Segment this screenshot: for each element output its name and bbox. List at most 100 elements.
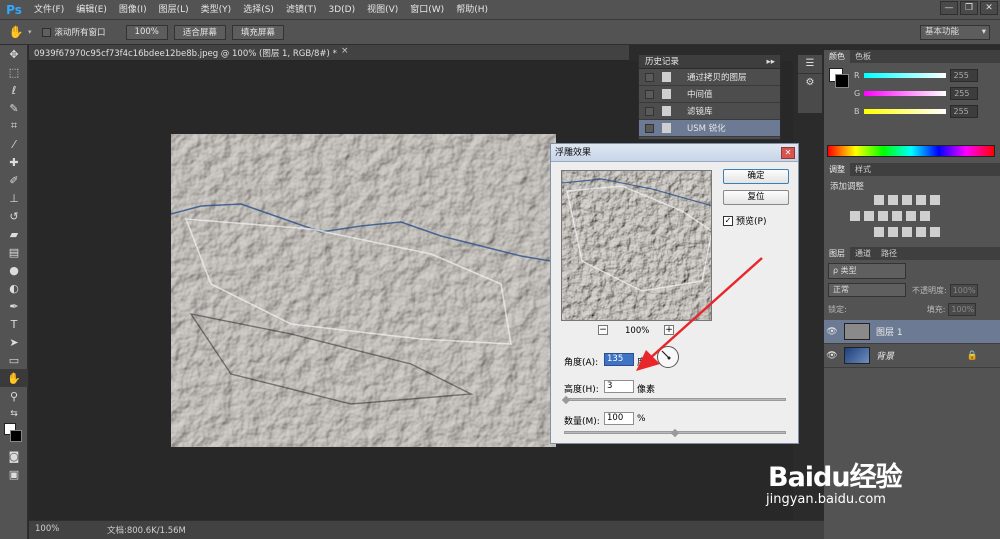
background-color-swatch[interactable] [10,430,22,442]
history-brush-tool-icon[interactable]: ↺ [0,207,28,225]
stamp-tool-icon[interactable]: ⊥ [0,189,28,207]
properties-panel-icon[interactable]: ⚙ [798,73,822,91]
fill-screen-button[interactable]: 填充屏幕 [231,24,284,40]
history-tab[interactable]: 历史记录 ▸▸ [639,55,780,69]
history-checkbox[interactable] [645,106,654,116]
angle-input[interactable]: 135 [604,353,634,366]
menu-item[interactable]: 3D(D) [322,0,361,20]
preview-option[interactable]: ✓ 预览(P) [723,214,766,227]
color-slider-g[interactable]: G 255 [854,84,979,102]
blur-tool-icon[interactable]: ● [0,261,28,279]
layer-row[interactable]: 👁 背景 🔒 [824,344,1000,368]
invert-icon[interactable] [874,227,884,237]
history-panel-icon[interactable]: ☰ [798,55,822,73]
channel-value[interactable]: 255 [949,104,978,118]
menu-item[interactable]: 滤镜(T) [280,0,323,20]
path-select-tool-icon[interactable]: ➤ [0,333,28,351]
pen-tool-icon[interactable]: ✒ [0,297,28,315]
type-tool-icon[interactable]: T [0,315,28,333]
layer-filter-select[interactable]: ρ 类型 [828,263,906,279]
preview-checkbox[interactable]: ✓ [723,215,733,226]
menu-item[interactable]: 图层(L) [153,0,195,20]
history-checkbox[interactable] [645,72,654,82]
panel-menu-icon[interactable]: ▸▸ [766,55,775,69]
color-swatches[interactable] [0,423,27,447]
shape-tool-icon[interactable]: ▭ [0,351,28,369]
fit-screen-button[interactable]: 适合屏幕 [173,24,226,40]
gradient-map-icon[interactable] [916,227,926,237]
document-tab[interactable]: 0939f67970c95cf73f4c16bdee12be8b.jpeg @ … [29,45,629,61]
history-item[interactable]: 滤镜库 [639,103,780,120]
amount-input[interactable]: 100 [604,412,634,425]
tab-color[interactable]: 颜色 [824,50,850,63]
minimize-button[interactable]: — [940,1,958,15]
menu-item[interactable]: 文件(F) [28,0,70,20]
zoom-tool-icon[interactable]: ⚲ [0,387,28,405]
healing-tool-icon[interactable]: ✚ [0,153,28,171]
zoom-out-button[interactable]: − [598,325,608,335]
menu-item[interactable]: 图像(I) [113,0,153,20]
curves-icon[interactable] [902,195,912,205]
screen-mode-icon[interactable]: ▣ [0,465,28,483]
brush-tool-icon[interactable]: ✐ [0,171,28,189]
menu-item[interactable]: 窗口(W) [404,0,450,20]
tab-channels[interactable]: 通道 [850,247,876,260]
tab-paths[interactable]: 路径 [876,247,902,260]
move-tool-icon[interactable]: ✥ [0,45,28,63]
photo-filter-icon[interactable] [892,211,902,221]
status-doc-info[interactable]: 文档:800.6K/1.56M [107,524,186,536]
hand-tool-icon[interactable]: ✋ [0,369,28,387]
workspace-select[interactable]: 基本功能 ▾ [920,25,990,40]
angle-dial[interactable] [657,346,679,368]
levels-icon[interactable] [888,195,898,205]
hand-tool-icon[interactable]: ✋ [4,25,28,39]
channel-mixer-icon[interactable] [906,211,916,221]
posterize-icon[interactable] [888,227,898,237]
selective-color-icon[interactable] [930,227,940,237]
crop-tool-icon[interactable]: ⌗ [0,117,28,135]
blend-mode-select[interactable]: 正常 [828,283,906,297]
menu-item[interactable]: 帮助(H) [450,0,494,20]
quick-select-tool-icon[interactable]: ✎ [0,99,28,117]
channel-value[interactable]: 255 [949,68,978,82]
history-checkbox[interactable] [645,123,654,133]
channel-value[interactable]: 255 [950,86,979,100]
reset-button[interactable]: 复位 [723,190,789,205]
background-swatch[interactable] [835,74,849,88]
tab-styles[interactable]: 样式 [850,163,876,176]
fill-input[interactable]: 100% [948,302,977,316]
restore-button[interactable]: ❐ [960,1,978,15]
eraser-tool-icon[interactable]: ▰ [0,225,28,243]
brightness-icon[interactable] [874,195,884,205]
document-image[interactable] [171,134,556,447]
close-button[interactable]: ✕ [980,1,998,15]
layer-row[interactable]: 👁 图层 1 [824,320,1000,344]
ok-button[interactable]: 确定 [723,169,789,184]
vibrance-icon[interactable] [930,195,940,205]
eye-icon[interactable]: 👁 [824,351,840,361]
close-icon[interactable]: × [341,46,349,56]
balance-icon[interactable] [864,211,874,221]
color-lookup-icon[interactable] [920,211,930,221]
opacity-input[interactable]: 100% [949,283,978,297]
menu-item[interactable]: 编辑(E) [70,0,113,20]
color-slider-b[interactable]: B 255 [854,102,978,120]
dodge-tool-icon[interactable]: ◐ [0,279,28,297]
history-checkbox[interactable] [645,89,654,99]
scroll-all-checkbox[interactable] [41,27,51,37]
history-item[interactable]: 通过拷贝的图层 [639,69,780,86]
zoom-in-button[interactable]: + [664,325,674,335]
status-zoom[interactable]: 100% [35,524,59,534]
dialog-title[interactable]: 浮雕效果 [551,144,798,162]
dialog-close-button[interactable]: ✕ [781,147,795,159]
preview-window[interactable] [561,170,712,321]
tab-layers[interactable]: 图层 [824,247,850,260]
swap-colors-icon[interactable]: ⇆ [0,405,28,423]
tab-swatches[interactable]: 色板 [850,50,876,63]
zoom-100-button[interactable]: 100% [125,24,168,40]
bw-icon[interactable] [878,211,888,221]
tab-adjustments[interactable]: 调整 [824,163,850,176]
threshold-icon[interactable] [902,227,912,237]
height-input[interactable]: 3 [604,380,634,393]
hue-icon[interactable] [850,211,860,221]
